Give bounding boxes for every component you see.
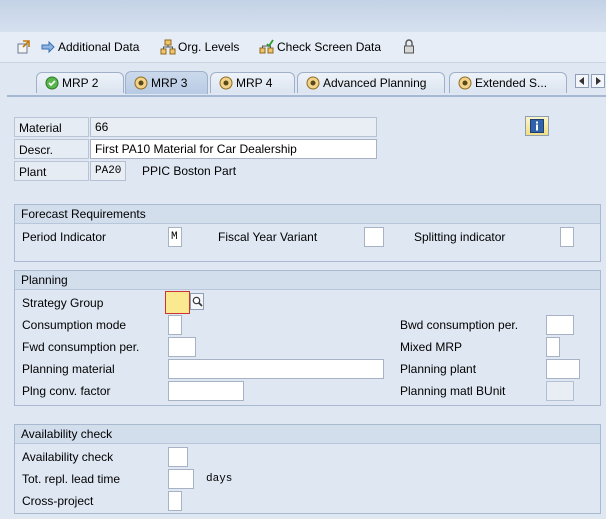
display-change-button[interactable] <box>16 39 34 55</box>
planning-material-label: Planning material <box>22 362 115 376</box>
planning-matl-bunit-field[interactable] <box>546 381 574 401</box>
search-icon <box>192 296 203 307</box>
check-screen-data-label: Check Screen Data <box>277 40 382 54</box>
plant-label: Plant <box>14 161 89 181</box>
strategy-group-field[interactable] <box>165 291 190 314</box>
display-change-icon <box>17 40 30 54</box>
strategy-group-search-help-button[interactable] <box>190 293 204 310</box>
tab-mrp-2-label: MRP 2 <box>62 76 99 90</box>
cross-project-label: Cross-project <box>22 494 94 508</box>
additional-data-button[interactable]: Additional Data <box>40 39 139 55</box>
cross-project-field[interactable] <box>168 491 182 511</box>
planning-plant-label: Planning plant <box>400 362 477 376</box>
tab-extended-s-label: Extended S... <box>475 76 548 90</box>
tot-repl-lead-time-label: Tot. repl. lead time <box>22 472 121 486</box>
arrow-right-icon <box>41 40 55 54</box>
chevron-right-icon <box>596 77 601 85</box>
availability-check-field[interactable] <box>168 447 188 467</box>
lock-button[interactable] <box>401 39 419 55</box>
info-button[interactable] <box>525 116 549 136</box>
mixed-mrp-field[interactable] <box>546 337 560 357</box>
fiscal-year-variant-label: Fiscal Year Variant <box>218 230 318 244</box>
tab-mrp-4-label: MRP 4 <box>236 76 273 90</box>
radio-status-icon <box>458 76 472 90</box>
splitting-indicator-label: Splitting indicator <box>414 230 506 244</box>
descr-label: Descr. <box>14 139 89 159</box>
material-field[interactable]: 66 <box>90 117 377 137</box>
tab-scroll-right-button[interactable] <box>591 74 605 88</box>
org-structure-icon <box>160 39 176 55</box>
chevron-left-icon <box>579 77 584 85</box>
tab-extended-s[interactable]: Extended S... <box>449 72 567 93</box>
bwd-consumption-label: Bwd consumption per. <box>400 318 519 332</box>
tab-scroll-left-button[interactable] <box>575 74 589 88</box>
planning-title: Planning <box>15 271 600 290</box>
period-indicator-field[interactable]: M <box>168 227 182 247</box>
title-bar <box>0 0 606 32</box>
planning-matl-bunit-label: Planning matl BUnit <box>400 384 506 398</box>
plng-conv-factor-label: Plng conv. factor <box>22 384 111 398</box>
org-levels-label: Org. Levels <box>178 40 240 54</box>
org-levels-button[interactable]: Org. Levels <box>160 39 239 55</box>
application-toolbar: Additional Data Org. Levels Check Screen… <box>0 32 606 63</box>
info-icon <box>530 119 544 133</box>
radio-status-icon <box>219 76 233 90</box>
plng-conv-factor-field[interactable] <box>168 381 244 401</box>
days-unit-label: days <box>206 473 233 485</box>
radio-status-icon <box>306 76 320 90</box>
additional-data-label: Additional Data <box>58 40 140 54</box>
forecast-requirements-title: Forecast Requirements <box>15 205 600 224</box>
fwd-consumption-field[interactable] <box>168 337 196 357</box>
tab-mrp-4[interactable]: MRP 4 <box>210 72 295 93</box>
bwd-consumption-field[interactable] <box>546 315 574 335</box>
tab-strip: MRP 2 MRP 3 MRP 4 Advanced Planning Exte… <box>0 66 606 96</box>
plant-field[interactable]: PA20 <box>90 161 126 181</box>
planning-plant-field[interactable] <box>546 359 580 379</box>
descr-field[interactable]: First PA10 Material for Car Dealership <box>90 139 377 159</box>
mixed-mrp-label: Mixed MRP <box>400 340 463 354</box>
fiscal-year-variant-field[interactable] <box>364 227 384 247</box>
check-status-icon <box>45 76 59 90</box>
availability-check-label: Availability check <box>22 450 114 464</box>
check-structure-icon <box>259 39 274 54</box>
lock-icon <box>404 39 414 54</box>
tot-repl-lead-time-field[interactable] <box>168 469 194 489</box>
planning-material-field[interactable] <box>168 359 384 379</box>
strategy-group-label: Strategy Group <box>22 296 104 310</box>
tab-advanced-planning[interactable]: Advanced Planning <box>297 72 445 93</box>
fwd-consumption-label: Fwd consumption per. <box>22 340 140 354</box>
consumption-mode-field[interactable] <box>168 315 182 335</box>
radio-status-icon <box>134 76 148 90</box>
consumption-mode-label: Consumption mode <box>22 318 127 332</box>
availability-check-title: Availability check <box>15 425 600 444</box>
check-screen-data-button[interactable]: Check Screen Data <box>259 39 381 55</box>
tab-mrp-3[interactable]: MRP 3 <box>125 71 208 94</box>
splitting-indicator-field[interactable] <box>560 227 574 247</box>
period-indicator-label: Period Indicator <box>22 230 107 244</box>
plant-name: PPIC Boston Part <box>142 164 237 178</box>
material-label: Material <box>14 117 89 137</box>
tab-mrp-2[interactable]: MRP 2 <box>36 72 124 93</box>
tab-mrp-3-label: MRP 3 <box>151 76 188 90</box>
tab-advanced-planning-label: Advanced Planning <box>323 76 427 90</box>
